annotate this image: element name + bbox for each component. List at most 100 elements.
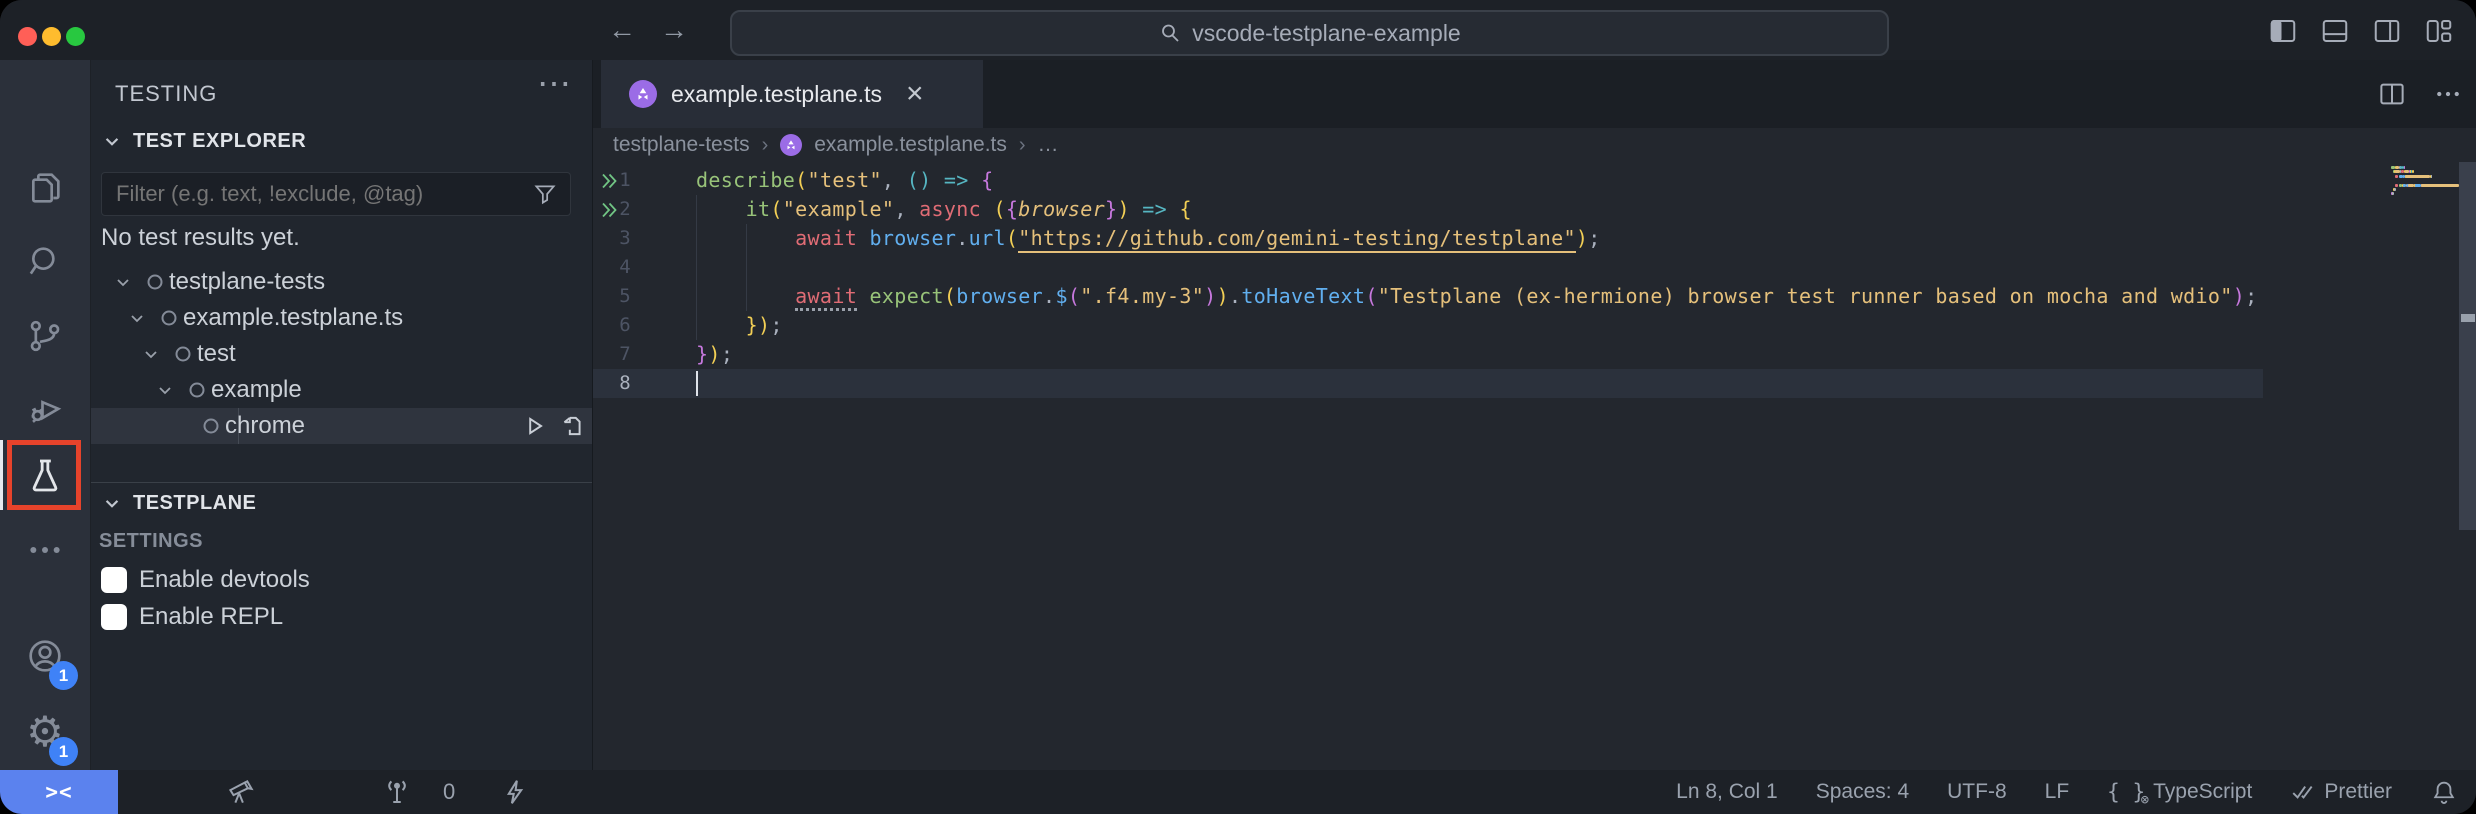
section-test-explorer[interactable]: TEST EXPLORER [91,122,600,160]
tab-example-testplane-ts[interactable]: example.testplane.ts × [601,60,983,128]
sidebar-item-source-control[interactable] [0,300,90,372]
checkbox-label: Enable devtools [139,566,310,594]
test-tree-item-example[interactable]: example [91,372,592,408]
test-state-circle-icon [171,342,195,366]
formatter-status[interactable]: Prettier [2290,779,2392,805]
test-tree-item-chrome[interactable]: chrome [91,408,592,444]
activity-bar: 1 ⚙ 1 [0,60,91,770]
minimap-line [2404,166,2406,169]
code-line-5[interactable]: 5 await expect(browser.$(".f4.my-3")).to… [593,282,2459,311]
test-state-circle-icon [143,270,167,294]
minimap-line [2408,184,2414,187]
telescope-icon[interactable] [226,777,256,807]
sidebar-title: TESTING [115,81,217,107]
nav-back-button[interactable]: ← [608,16,636,44]
code-line-4[interactable]: 4 [593,253,2459,282]
code-text: }); [696,340,733,369]
braces-icon: { }⊗ [2107,780,2145,804]
no-test-results-message: No test results yet. [101,224,300,252]
cursor-position[interactable]: Ln 8, Col 1 [1676,780,1778,804]
code-line-2[interactable]: 2 it("example", async ({browser}) => { [593,195,2459,224]
tab-label: example.testplane.ts [671,81,882,108]
setting-enable-repl[interactable]: Enable REPL [101,599,283,635]
minimize-window-button[interactable] [42,27,61,46]
remote-indicator[interactable]: >< [0,770,118,814]
encoding[interactable]: UTF-8 [1947,780,2007,804]
sidebar-more-actions[interactable]: ⋯ [537,64,571,104]
nav-forward-button[interactable]: → [660,16,688,44]
minimap-line [2392,192,2394,195]
sidebar-item-run-debug[interactable] [0,372,90,444]
filter-icon[interactable] [532,181,558,207]
notifications-bell-icon[interactable] [2430,778,2458,806]
customize-layout-icon[interactable] [2424,16,2454,46]
section-divider [91,482,592,483]
zoom-window-button[interactable] [66,27,85,46]
minimap-line [2415,184,2421,187]
checkbox[interactable] [101,604,127,630]
scrollbar[interactable] [2459,162,2476,530]
chevron-down-icon[interactable] [139,342,163,366]
minimap-line [2431,175,2433,178]
setting-enable-devtools[interactable]: Enable devtools [101,562,310,598]
breadcrumb-item[interactable]: … [1038,133,1059,157]
code-editor[interactable]: 1describe("test", () => {2 it("example",… [593,162,2476,770]
test-filter-box[interactable] [101,172,571,216]
chevron-down-icon [99,490,125,516]
sidebar-item-search[interactable] [0,226,90,298]
checkbox[interactable] [101,567,127,593]
testplane-file-icon [780,134,802,156]
indentation[interactable]: Spaces: 4 [1816,780,1909,804]
sidebar-item-testing[interactable] [0,440,90,512]
sidebar-item-explorer[interactable] [0,152,90,224]
zap-icon[interactable] [500,777,530,807]
close-tab-icon[interactable]: × [906,80,924,108]
status-bar: >< 0 Ln 8, Col 1 Spaces: 4 UTF-8 LF { }⊗… [0,770,2476,814]
editor-more-actions-icon[interactable] [2433,79,2463,109]
tree-item-label: example [211,376,302,404]
source-control-icon [25,316,65,356]
test-tree-item-test[interactable]: test [91,336,592,372]
accounts-button[interactable]: 1 [0,620,90,692]
chevron-down-icon[interactable] [125,306,149,330]
breadcrumb-item[interactable]: example.testplane.ts [814,133,1007,157]
code-line-7[interactable]: 7}); [593,340,2459,369]
settings-badge: 1 [49,737,78,766]
minimap-line [2395,184,2398,187]
close-window-button[interactable] [18,27,37,46]
breadcrumb-item[interactable]: testplane-tests [613,133,750,157]
sidebar-item-more[interactable] [0,514,90,586]
split-editor-icon[interactable] [2377,79,2407,109]
eol-sequence[interactable]: LF [2045,780,2070,804]
text-cursor [696,371,698,396]
language-mode[interactable]: { }⊗ TypeScript [2107,780,2252,804]
checkbox-label: Enable REPL [139,603,283,631]
ports-count[interactable]: 0 [443,779,455,805]
line-number: 2 [603,195,631,224]
section-label: TEST EXPLORER [133,130,306,153]
code-line-3[interactable]: 3 await browser.url("https://github.com/… [593,224,2459,253]
toggle-secondary-sidebar-icon[interactable] [2372,16,2402,46]
toggle-panel-icon[interactable] [2320,16,2350,46]
chevron-down-icon [99,128,125,154]
section-testplane[interactable]: TESTPLANE [91,484,600,522]
test-tree-item-example.testplane.ts[interactable]: example.testplane.ts [91,300,592,336]
settings-button[interactable]: ⚙ 1 [0,696,90,768]
chevron-down-icon[interactable] [111,270,135,294]
code-line-1[interactable]: 1describe("test", () => { [593,166,2459,195]
minimap[interactable] [2391,166,2453,216]
code-line-6[interactable]: 6 }); [593,311,2459,340]
command-center-search[interactable]: vscode-testplane-example [730,10,1889,56]
testing-sidebar: TESTING ⋯ TEST EXPLORER No test results … [91,60,592,770]
toggle-primary-sidebar-icon[interactable] [2268,16,2298,46]
test-tree-item-testplane-tests[interactable]: testplane-tests [91,264,592,300]
run-test-icon[interactable] [521,413,547,439]
ports-icon[interactable] [382,777,412,807]
chevron-down-icon[interactable] [153,378,177,402]
overview-ruler-cursor-mark [2461,314,2475,322]
go-to-test-icon[interactable] [559,413,585,439]
code-line-8[interactable]: 8 [593,369,2459,398]
search-icon [1158,21,1182,45]
test-filter-input[interactable] [102,181,532,207]
minimap-line [2421,184,2459,187]
